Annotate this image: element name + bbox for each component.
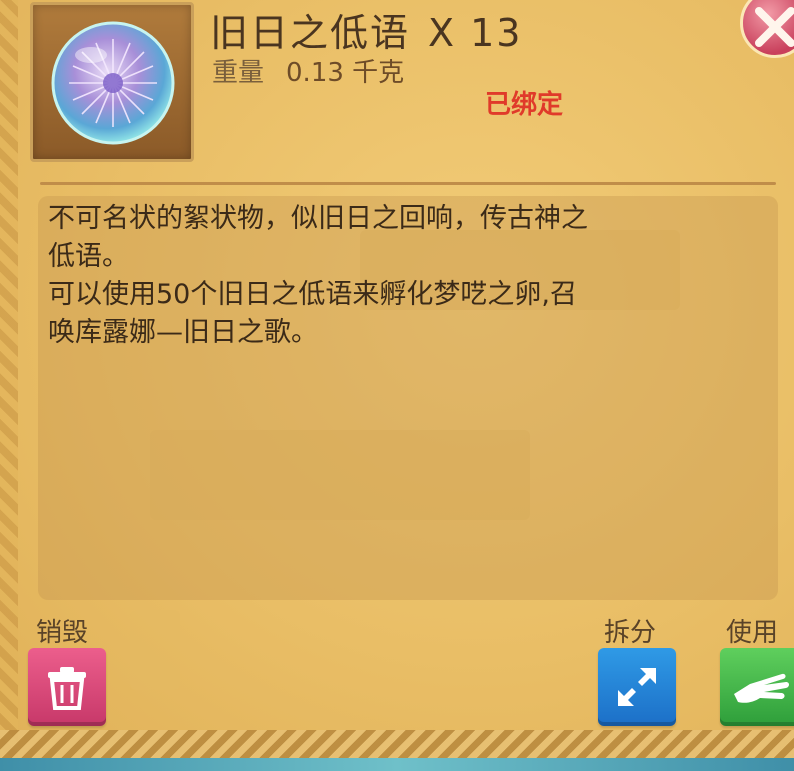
destroy-button[interactable] [28, 648, 106, 726]
close-button[interactable] [740, 0, 794, 58]
item-name: 旧日之低语 [210, 11, 411, 55]
trash-icon [48, 667, 86, 710]
item-title: 旧日之低语 X 13 [210, 2, 522, 57]
description-line: 可以使用50个旧日之低语来孵化梦呓之卵,召 [48, 279, 577, 310]
description-line: 唤库露娜—旧日之歌。 [48, 317, 318, 348]
crystal-orb-icon [51, 21, 175, 145]
item-description: 不可名状的絮状物，似旧日之回响，传古神之 低语。 可以使用50个旧日之低语来孵化… [38, 196, 778, 600]
item-weight: 重量 0.13 千克 [212, 52, 404, 89]
weight-label: 重量 [212, 58, 265, 88]
item-icon-frame [30, 2, 194, 162]
panel-border-bottom [0, 730, 794, 758]
item-detail-panel: 旧日之低语 X 13 重量 0.13 千克 已绑定 不可名状的絮状物，似旧日之回响，… [0, 0, 794, 758]
background-decoration [130, 610, 180, 690]
close-icon [755, 7, 794, 47]
description-line: 不可名状的絮状物，似旧日之回响，传古神之 [48, 203, 588, 234]
panel-border-left [0, 0, 18, 758]
use-button[interactable] [720, 648, 794, 726]
item-quantity: X 13 [428, 11, 523, 55]
hand-icon [734, 673, 789, 703]
destroy-label: 销毁 [36, 618, 89, 648]
split-label: 拆分 [604, 618, 657, 648]
description-line: 低语。 [48, 241, 129, 272]
split-arrows-icon [618, 668, 656, 706]
background-scene [0, 758, 794, 771]
split-button[interactable] [598, 648, 676, 726]
bound-status: 已绑定 [485, 90, 564, 120]
weight-value: 0.13 千克 [286, 58, 405, 88]
divider [40, 182, 776, 185]
use-label: 使用 [726, 618, 779, 648]
